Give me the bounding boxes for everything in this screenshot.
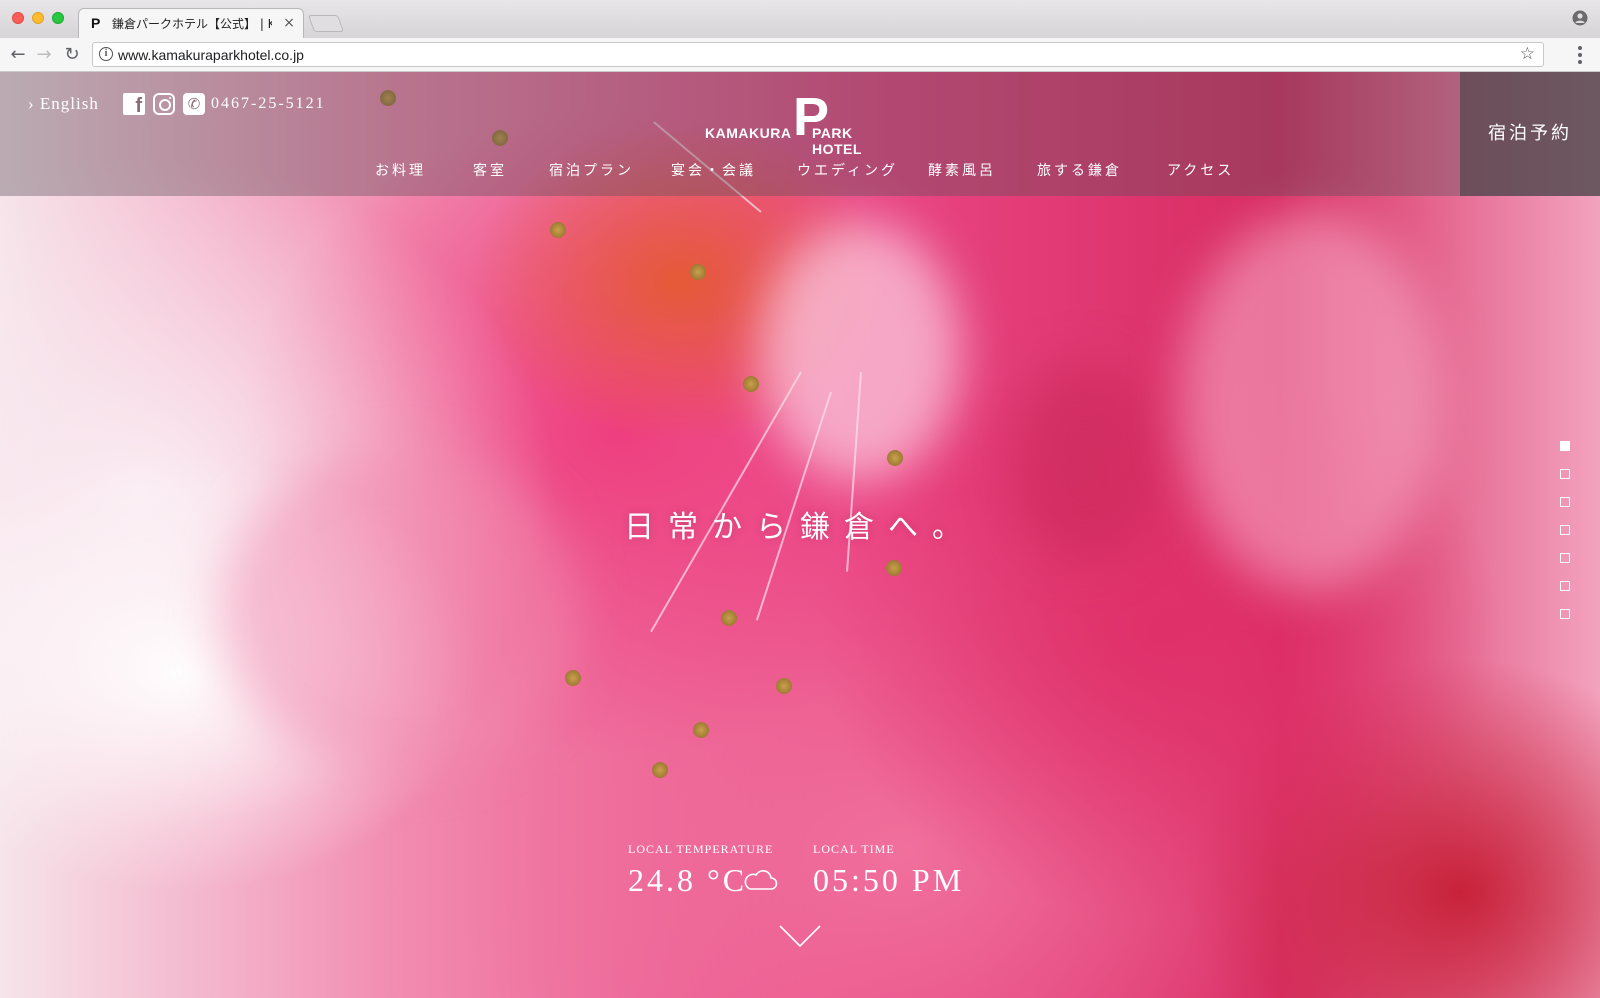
address-bar[interactable]: i www.kamakuraparkhotel.co.jp ☆ [92, 42, 1544, 67]
flower-stamen [565, 670, 581, 686]
new-tab-button[interactable] [307, 15, 345, 32]
url-text[interactable]: www.kamakuraparkhotel.co.jp [118, 46, 304, 64]
flower-stamen [652, 762, 668, 778]
petal-highlight [220, 452, 580, 772]
page-viewport: › English f ✆ 0467-25-5121 P KAMAKURA PA… [0, 72, 1600, 998]
minimize-window-button[interactable] [32, 12, 44, 24]
browser-tab-active[interactable]: P 鎌倉パークホテル【公式】 | KAMAKURA PARK HOTEL × [78, 8, 304, 38]
flower-stamen [721, 610, 737, 626]
nav-item-wedding[interactable]: ウエディング [797, 160, 898, 180]
hotel-logo[interactable]: P KAMAKURA PARK HOTEL [700, 90, 900, 157]
site-header: › English f ✆ 0467-25-5121 P KAMAKURA PA… [0, 72, 1600, 196]
slide-dot[interactable] [1560, 553, 1570, 563]
close-window-button[interactable] [12, 12, 24, 24]
slide-dot[interactable] [1560, 609, 1570, 619]
slide-dot[interactable] [1560, 497, 1570, 507]
global-nav: お料理 客室 宿泊プラン 宴会・会議 ウエディング 酵素風呂 旅する鎌倉 アクセ… [0, 160, 1460, 182]
slide-dot[interactable] [1560, 441, 1570, 451]
favicon-icon: P [91, 15, 101, 31]
english-link[interactable]: › English [28, 94, 99, 114]
reload-icon[interactable]: ↻ [62, 45, 82, 65]
english-link-label[interactable]: English [40, 94, 99, 113]
browser-titlebar: P 鎌倉パークホテル【公式】 | KAMAKURA PARK HOTEL × [0, 0, 1600, 38]
slide-dot[interactable] [1560, 469, 1570, 479]
slide-dot[interactable] [1560, 581, 1570, 591]
flower-stamen [776, 678, 792, 694]
slide-dot[interactable] [1560, 525, 1570, 535]
flower-stamen [887, 450, 903, 466]
reserve-button[interactable]: 宿泊予約 [1460, 72, 1600, 196]
nav-item-plans[interactable]: 宿泊プラン [549, 160, 634, 180]
menu-icon[interactable] [1578, 46, 1582, 64]
logo-text-kamakura: KAMAKURA [705, 125, 792, 141]
flower-stamen [690, 264, 706, 280]
temperature-label: LOCAL TEMPERATURE [628, 842, 774, 856]
tab-close-icon[interactable]: × [281, 15, 297, 31]
nav-item-cuisine[interactable]: お料理 [375, 160, 426, 180]
instagram-icon[interactable] [153, 93, 175, 115]
browser-toolbar: ← → ↻ i www.kamakuraparkhotel.co.jp ☆ [0, 38, 1600, 72]
time-value: 05:50 PM [813, 862, 965, 898]
phone-icon[interactable]: ✆ [183, 93, 205, 115]
facebook-icon[interactable]: f [123, 93, 145, 115]
nav-item-enzyme-bath[interactable]: 酵素風呂 [928, 160, 996, 180]
petal-highlight [760, 222, 960, 482]
hero-tagline: 日常から鎌倉へ。 [624, 510, 976, 545]
forward-arrow-icon[interactable]: → [34, 45, 54, 65]
temperature-value: 24.8 °C [628, 862, 748, 898]
tab-title: 鎌倉パークホテル【公式】 | KAMAKURA PARK HOTEL [112, 17, 272, 31]
phone-number[interactable]: 0467-25-5121 [211, 94, 326, 114]
nav-item-access[interactable]: アクセス [1167, 160, 1234, 180]
flower-stamen [550, 222, 566, 238]
maximize-window-button[interactable] [52, 12, 64, 24]
scroll-down-icon[interactable] [778, 924, 822, 948]
flower-stamen [886, 560, 902, 576]
profile-icon[interactable] [1572, 10, 1588, 26]
back-arrow-icon[interactable]: ← [8, 45, 28, 65]
star-icon[interactable]: ☆ [1520, 44, 1535, 64]
logo-text-park-hotel: PARK HOTEL [812, 125, 862, 157]
time-label: LOCAL TIME [813, 842, 895, 856]
info-icon[interactable]: i [99, 47, 113, 61]
nav-item-travel-kamakura[interactable]: 旅する鎌倉 [1037, 160, 1122, 180]
flower-stamen [693, 722, 709, 738]
cloud-icon [744, 870, 778, 890]
nav-item-rooms[interactable]: 客室 [473, 160, 507, 180]
nav-item-banquet[interactable]: 宴会・会議 [671, 160, 756, 180]
flower-stamen [743, 376, 759, 392]
